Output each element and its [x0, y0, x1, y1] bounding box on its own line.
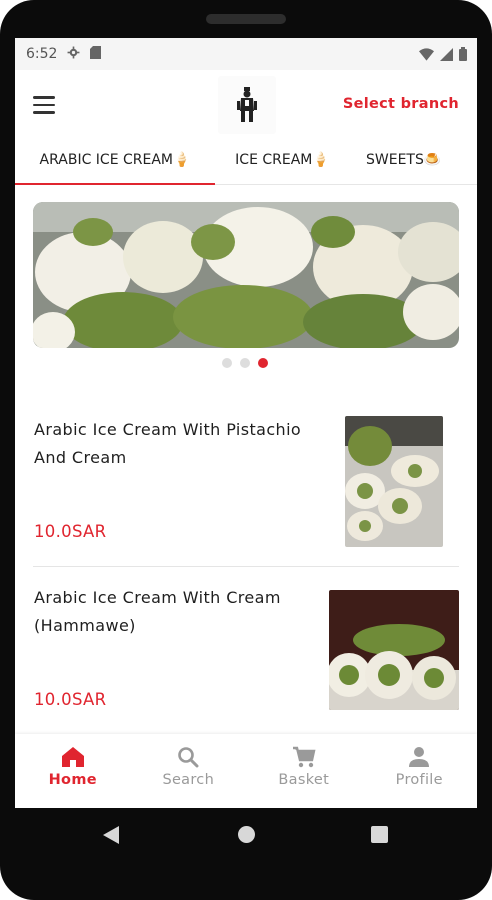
tab-sweets[interactable]: SWEETS🍮 [350, 140, 477, 184]
product-name: Arabic Ice Cream With Cream (Hammawe) [34, 588, 281, 635]
status-time: 6:52 [26, 46, 58, 62]
category-tabs: ARABIC ICE CREAM🍦 ICE CREAM🍦 SWEETS🍮 [15, 140, 477, 185]
carousel-image [33, 202, 459, 348]
nav-basket[interactable]: Basket [246, 734, 362, 808]
carousel-indicator [222, 358, 268, 368]
wifi-icon [419, 46, 434, 65]
tab-arabic-ice-cream[interactable]: ARABIC ICE CREAM🍦 [15, 140, 215, 184]
speaker-grille [206, 14, 286, 24]
phone-frame: 6:52 Select branch ARABIC ICE CREAM🍦 ICE… [0, 0, 492, 900]
recent-apps-icon[interactable] [371, 826, 388, 843]
menu-line [33, 96, 55, 99]
product-price: 10.0SAR [34, 522, 107, 541]
nav-home[interactable]: Home [15, 734, 131, 808]
settings-status-icon [67, 46, 80, 62]
product-image [329, 590, 459, 710]
nav-search[interactable]: Search [131, 734, 247, 808]
home-button-icon[interactable] [238, 826, 255, 843]
carousel-dot[interactable] [240, 358, 250, 368]
nav-label: Profile [395, 772, 443, 788]
status-bar: 6:52 [15, 38, 477, 70]
home-icon [15, 744, 131, 770]
app-screen: 6:52 Select branch ARABIC ICE CREAM🍦 ICE… [15, 38, 477, 808]
product-name: Arabic Ice Cream With Pistachio And Crea… [34, 420, 302, 467]
app-bar: Select branch [15, 70, 477, 140]
product-card[interactable]: Arabic Ice Cream With Cream (Hammawe) 10… [15, 578, 477, 728]
status-right [419, 46, 467, 65]
menu-line [33, 111, 55, 114]
select-branch-button[interactable]: Select branch [343, 96, 459, 112]
brand-logo [218, 76, 276, 134]
cell-signal-icon [440, 46, 453, 65]
tab-ice-cream[interactable]: ICE CREAM🍦 [215, 140, 350, 184]
carousel-dot[interactable] [222, 358, 232, 368]
search-icon [131, 744, 247, 770]
nav-profile[interactable]: Profile [362, 734, 478, 808]
product-card[interactable]: Arabic Ice Cream With Pistachio And Crea… [15, 410, 477, 558]
menu-button[interactable] [33, 96, 55, 114]
product-image [345, 416, 443, 547]
menu-line [33, 103, 55, 107]
promo-carousel[interactable] [33, 202, 459, 348]
system-navigation-bar [0, 808, 492, 878]
active-tab-indicator [15, 183, 215, 185]
nav-label: Home [48, 772, 97, 788]
bottom-navigation: Home Search Basket Profile [15, 734, 477, 808]
product-divider [33, 566, 459, 567]
battery-icon [459, 46, 467, 65]
person-icon [362, 744, 478, 770]
carousel-dot-active[interactable] [258, 358, 268, 368]
nav-label: Basket [278, 772, 330, 788]
product-price: 10.0SAR [34, 690, 107, 709]
cart-icon [246, 744, 362, 770]
nav-label: Search [162, 772, 215, 788]
sd-card-status-icon [90, 46, 102, 62]
back-icon[interactable] [103, 826, 119, 848]
